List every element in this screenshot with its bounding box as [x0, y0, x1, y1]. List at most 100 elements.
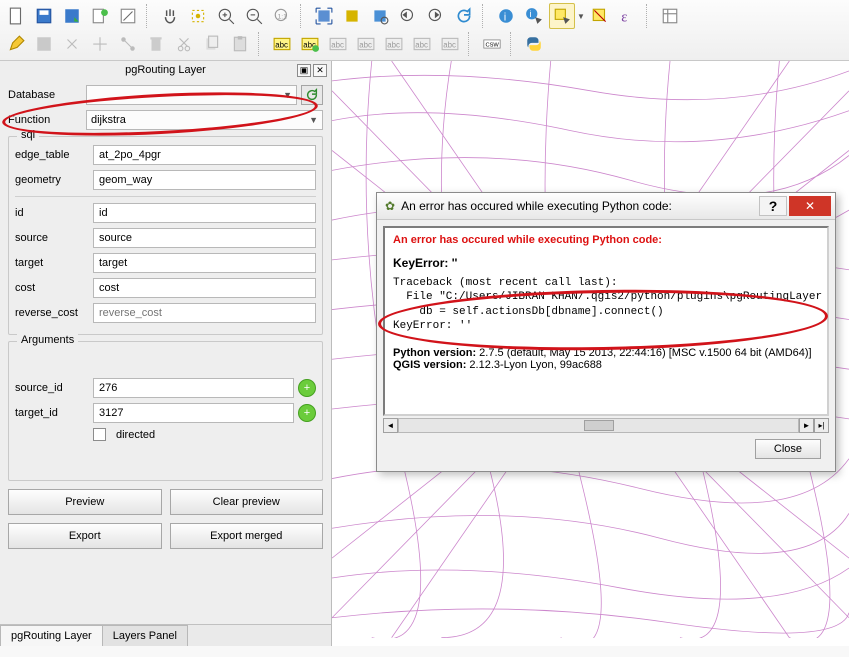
clear-preview-button[interactable]: Clear preview: [170, 489, 324, 515]
dialog-title: An error has occured while executing Pyt…: [401, 199, 672, 213]
tab-pgrouting[interactable]: pgRouting Layer: [0, 625, 103, 646]
node-tool-icon[interactable]: [115, 31, 141, 57]
panel-title: pgRouting Layer: [125, 64, 206, 76]
database-select[interactable]: ▼: [86, 85, 297, 105]
toggle-edit-icon[interactable]: [3, 31, 29, 57]
scroll-right-icon[interactable]: ►: [799, 418, 814, 433]
cost-input[interactable]: [93, 278, 316, 298]
cut-icon[interactable]: [171, 31, 197, 57]
scroll-left-icon[interactable]: ◄: [383, 418, 398, 433]
error-key: KeyError: '': [393, 256, 819, 270]
zoom-full-icon[interactable]: [311, 3, 337, 29]
function-select[interactable]: dijkstra▼: [86, 110, 323, 130]
deselect-icon[interactable]: [587, 3, 613, 29]
svg-text:abc: abc: [443, 40, 456, 49]
save-layer-icon[interactable]: [31, 31, 57, 57]
panel-close-icon[interactable]: ✕: [313, 64, 327, 77]
python-version-value: 2.7.5 (default, May 15 2013, 22:44:16) […: [476, 347, 811, 359]
function-label: Function: [8, 114, 82, 126]
copy-icon[interactable]: [199, 31, 225, 57]
target-input[interactable]: [93, 253, 316, 273]
id-label: id: [15, 207, 89, 219]
panel-undock-icon[interactable]: ▣: [297, 64, 311, 77]
python-console-icon[interactable]: [521, 31, 547, 57]
dialog-close-x[interactable]: ✕: [789, 196, 831, 216]
zoom-in-icon[interactable]: [213, 3, 239, 29]
refresh-icon[interactable]: [451, 3, 477, 29]
zoom-selection-icon[interactable]: [339, 3, 365, 29]
svg-text:abc: abc: [275, 40, 288, 49]
label-dim3-icon[interactable]: abc: [381, 31, 407, 57]
move-feature-icon[interactable]: [87, 31, 113, 57]
new-composer-icon[interactable]: [115, 3, 141, 29]
arguments-group-title: Arguments: [17, 334, 78, 346]
qgis-version-value: 2.12.3-Lyon Lyon, 99ac688: [466, 359, 602, 371]
export-button[interactable]: Export: [8, 523, 162, 549]
label-dim1-icon[interactable]: abc: [325, 31, 351, 57]
label-dim2-icon[interactable]: abc: [353, 31, 379, 57]
target-id-input[interactable]: [93, 403, 294, 423]
directed-label: directed: [116, 429, 155, 441]
dialog-titlebar[interactable]: ✿ An error has occured while executing P…: [377, 193, 835, 220]
new-file-icon[interactable]: [3, 3, 29, 29]
dialog-help-button[interactable]: ?: [759, 196, 787, 216]
save-icon[interactable]: [31, 3, 57, 29]
sql-group-title: sql: [17, 129, 39, 141]
python-version-label: Python version:: [393, 347, 476, 359]
geometry-label: geometry: [15, 174, 89, 186]
dialog-close-button[interactable]: Close: [755, 439, 821, 459]
label-abc2-icon[interactable]: abc: [297, 31, 323, 57]
paste-icon[interactable]: [227, 31, 253, 57]
main-toolbar: 1:1 i i ▼ ε abc abc abc abc abc abc abc: [0, 0, 849, 61]
traceback-line-3: db = self.actionsDb[dbname].connect(): [393, 305, 819, 319]
csw-icon[interactable]: CSW: [479, 31, 505, 57]
scroll-track[interactable]: [398, 418, 799, 433]
edge-table-input[interactable]: [93, 145, 316, 165]
zoom-out-icon[interactable]: [241, 3, 267, 29]
reverse-cost-label: reverse_cost: [15, 307, 89, 319]
expression-icon[interactable]: ε: [615, 3, 641, 29]
dialog-scrollbar[interactable]: ◄ ► ▸|: [383, 418, 829, 433]
target-id-pick-button[interactable]: +: [298, 404, 316, 422]
zoom-native-icon[interactable]: 1:1: [269, 3, 295, 29]
source-input[interactable]: [93, 228, 316, 248]
scroll-end-icon[interactable]: ▸|: [814, 418, 829, 433]
panel-header: pgRouting Layer ▣ ✕: [0, 61, 331, 79]
label-dim4-icon[interactable]: abc: [409, 31, 435, 57]
svg-text:i: i: [504, 12, 507, 24]
svg-text:abc: abc: [331, 40, 344, 49]
source-id-input[interactable]: [93, 378, 294, 398]
geometry-input[interactable]: [93, 170, 316, 190]
traceback-line-4: KeyError: '': [393, 319, 819, 333]
source-id-label: source_id: [15, 382, 89, 394]
zoom-last-icon[interactable]: [395, 3, 421, 29]
traceback-line-1: Traceback (most recent call last):: [393, 276, 819, 290]
identify-icon[interactable]: i: [493, 3, 519, 29]
pan-icon[interactable]: [157, 3, 183, 29]
delete-icon[interactable]: [143, 31, 169, 57]
zoom-layer-icon[interactable]: [367, 3, 393, 29]
arguments-group: Arguments source_id+ target_id+ directed: [8, 341, 323, 481]
id-input[interactable]: [93, 203, 316, 223]
database-refresh-button[interactable]: [301, 85, 323, 105]
pan-to-selection-icon[interactable]: [185, 3, 211, 29]
source-id-pick-button[interactable]: +: [298, 379, 316, 397]
svg-text:abc: abc: [387, 40, 400, 49]
directed-checkbox[interactable]: [93, 428, 106, 441]
export-merged-button[interactable]: Export merged: [170, 523, 324, 549]
preview-button[interactable]: Preview: [8, 489, 162, 515]
identify-arrow-icon[interactable]: i: [521, 3, 547, 29]
attribute-table-icon[interactable]: [657, 3, 683, 29]
new-layer-icon[interactable]: [87, 3, 113, 29]
label-dim5-icon[interactable]: abc: [437, 31, 463, 57]
save-edits-icon[interactable]: [59, 3, 85, 29]
select-features-icon[interactable]: [549, 3, 575, 29]
tab-layers[interactable]: Layers Panel: [102, 625, 188, 646]
reverse-cost-input[interactable]: [93, 303, 316, 323]
qgis-icon: ✿: [385, 199, 395, 213]
add-feature-icon[interactable]: [59, 31, 85, 57]
label-abc-icon[interactable]: abc: [269, 31, 295, 57]
error-heading: An error has occured while executing Pyt…: [393, 234, 819, 246]
error-text-area[interactable]: An error has occured while executing Pyt…: [383, 226, 829, 416]
zoom-next-icon[interactable]: [423, 3, 449, 29]
